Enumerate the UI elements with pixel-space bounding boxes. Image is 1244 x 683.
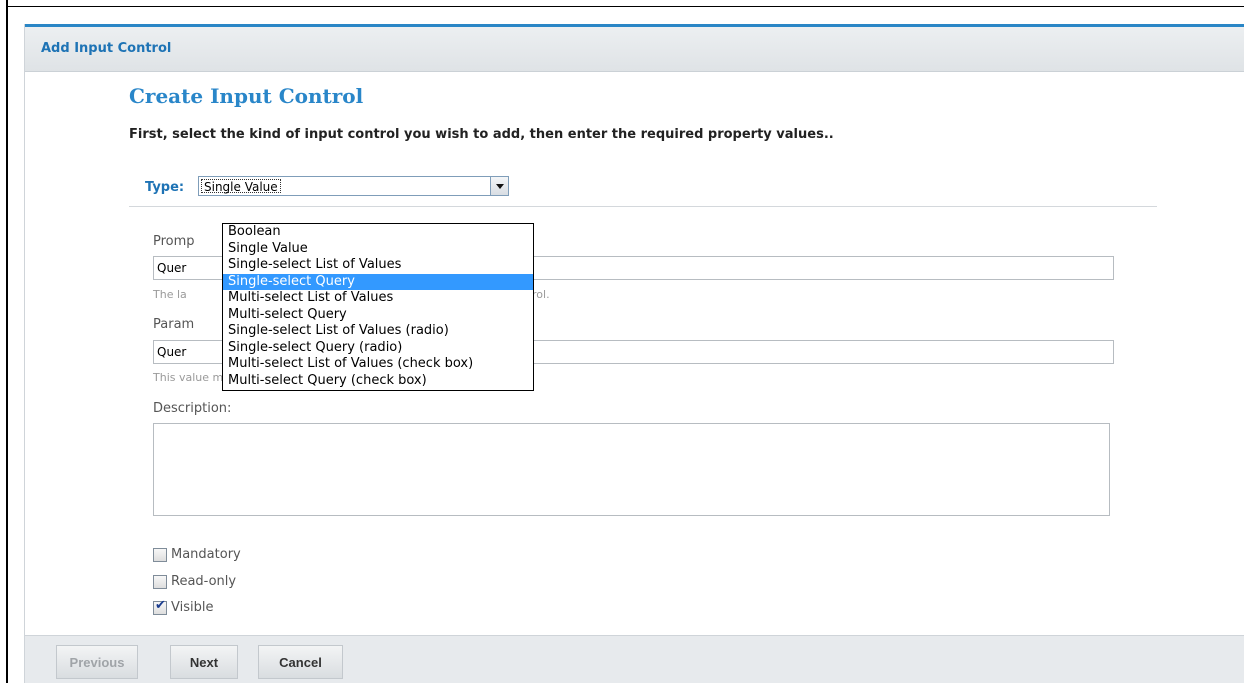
prompt-hint-start: The la bbox=[153, 288, 187, 301]
read-only-label: Read-only bbox=[171, 574, 237, 589]
visible-checkbox[interactable]: ✔ bbox=[153, 598, 167, 615]
check-icon: ✔ bbox=[155, 598, 166, 613]
window-frame-left bbox=[6, 0, 8, 683]
dropdown-option[interactable]: Single-select List of Values bbox=[223, 257, 533, 274]
dropdown-option[interactable]: Boolean bbox=[223, 224, 533, 241]
cancel-button[interactable]: Cancel bbox=[258, 645, 343, 679]
section-divider bbox=[129, 206, 1157, 207]
dialog-footer: Previous Next Cancel bbox=[25, 635, 1244, 683]
prompt-label: Promp bbox=[153, 234, 195, 249]
dropdown-option[interactable]: Single-select Query (radio) bbox=[223, 340, 533, 357]
dialog-title: Add Input Control bbox=[41, 41, 172, 56]
page-title: Create Input Control bbox=[129, 84, 364, 108]
type-dropdown-list[interactable]: Boolean Single Value Single-select List … bbox=[222, 223, 534, 391]
chevron-down-icon bbox=[496, 184, 504, 189]
add-input-control-dialog: Add Input Control Create Input Control F… bbox=[24, 24, 1244, 683]
parameter-label: Param bbox=[153, 317, 195, 332]
mandatory-checkbox[interactable] bbox=[153, 548, 167, 562]
read-only-checkbox[interactable] bbox=[153, 575, 167, 589]
type-select[interactable]: Single Value bbox=[198, 176, 509, 196]
dropdown-option[interactable]: Multi-select Query bbox=[223, 307, 533, 324]
window-frame-top bbox=[6, 6, 1244, 7]
dropdown-option[interactable]: Multi-select List of Values (check box) bbox=[223, 356, 533, 373]
type-select-dropdown-button[interactable] bbox=[490, 177, 508, 195]
dropdown-option[interactable]: Single Value bbox=[223, 241, 533, 258]
visible-label: Visible bbox=[171, 600, 214, 615]
mandatory-label: Mandatory bbox=[171, 547, 241, 562]
dropdown-option[interactable]: Single-select Query bbox=[223, 273, 533, 290]
description-label: Description: bbox=[153, 401, 232, 416]
dropdown-option[interactable]: Multi-select Query (check box) bbox=[223, 373, 533, 390]
next-button[interactable]: Next bbox=[170, 645, 238, 679]
instruction-text: First, select the kind of input control … bbox=[129, 127, 834, 142]
dialog-title-bar: Add Input Control bbox=[25, 24, 1244, 72]
description-textarea[interactable] bbox=[153, 423, 1110, 516]
dropdown-option[interactable]: Multi-select List of Values bbox=[223, 290, 533, 307]
type-label: Type: bbox=[145, 180, 185, 195]
previous-button[interactable]: Previous bbox=[56, 645, 138, 679]
dropdown-option[interactable]: Single-select List of Values (radio) bbox=[223, 323, 533, 340]
type-select-value: Single Value bbox=[201, 179, 281, 194]
